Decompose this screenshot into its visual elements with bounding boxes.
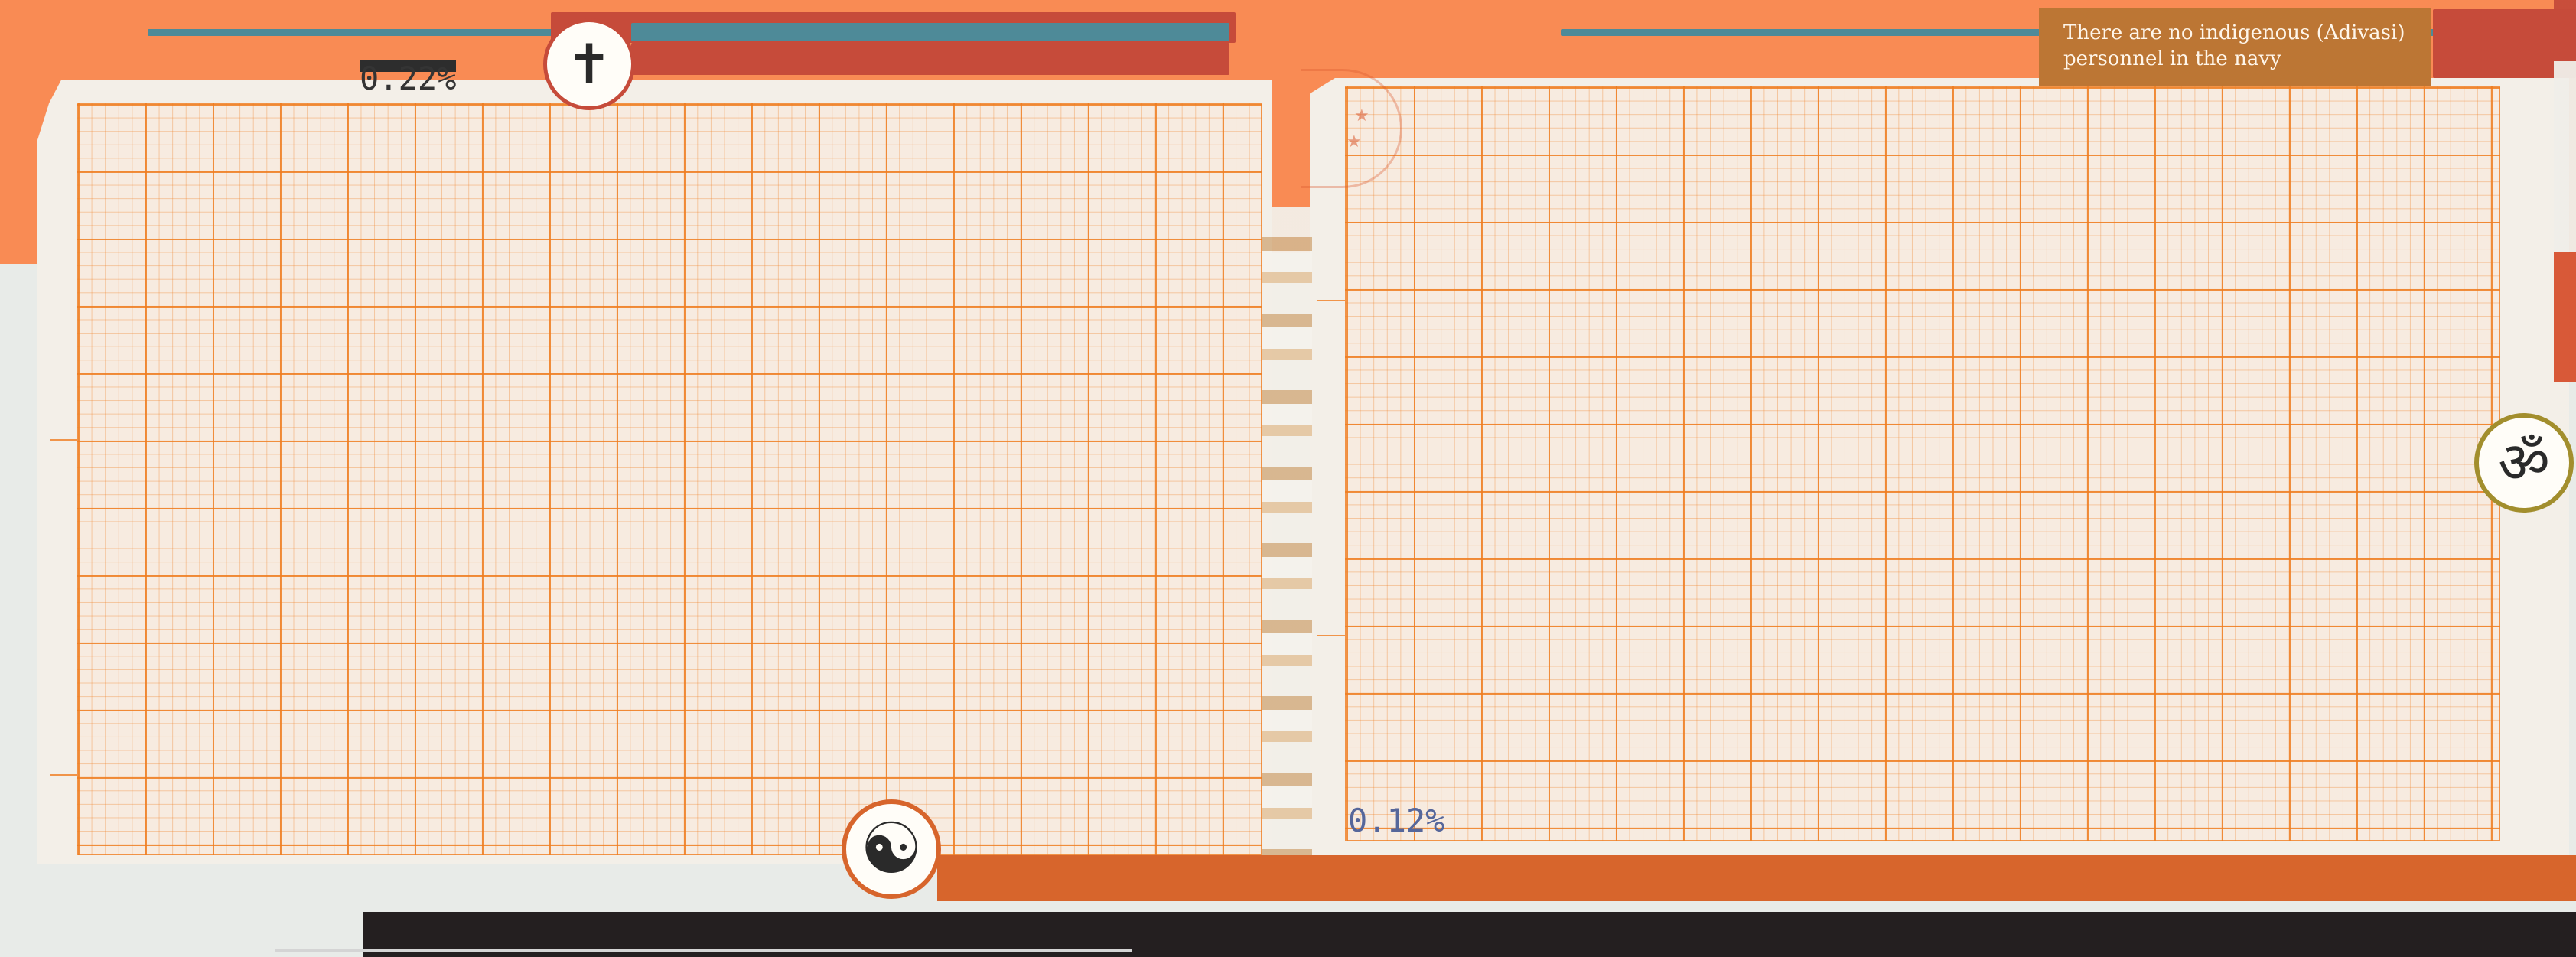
top-teal-stripe-middle <box>631 23 1229 41</box>
right-grid-tick <box>1317 635 1345 636</box>
left-grid-tick <box>50 439 77 441</box>
yin-yang-badge: ☯ <box>842 799 941 899</box>
left-percentage-label: 0.22% <box>360 60 457 97</box>
left-edge-orange-background <box>0 0 42 264</box>
cross-badge: ✝ <box>543 18 635 110</box>
om-icon: ॐ <box>2498 430 2550 496</box>
left-graph-grid <box>77 103 1262 855</box>
note-text: There are no indigenous (Adivasi) person… <box>2063 21 2405 70</box>
bottom-orange-band <box>937 855 2576 901</box>
infographic-canvas: ★ ★ ✝ ☯ ॐ 0.22% 0.12% There are no indig… <box>0 0 2576 957</box>
bottom-gray-stripe <box>275 949 1132 952</box>
right-graph-grid <box>1345 86 2500 841</box>
right-grid-tick <box>1317 300 1345 301</box>
note-box: There are no indigenous (Adivasi) person… <box>2039 8 2431 86</box>
top-red-stripe-lower <box>631 43 1229 75</box>
panel-divider-strip <box>1262 207 1312 857</box>
yin-yang-icon: ☯ <box>859 808 923 890</box>
right-percentage-label: 0.12% <box>1348 802 1445 839</box>
stamp-star-icon: ★ <box>1347 132 1362 151</box>
left-grid-tick <box>50 774 77 776</box>
stamp-star-icon: ★ <box>1354 106 1369 125</box>
right-edge-strip <box>2554 0 2576 382</box>
cross-icon: ✝ <box>565 32 613 96</box>
om-badge: ॐ <box>2474 413 2574 513</box>
